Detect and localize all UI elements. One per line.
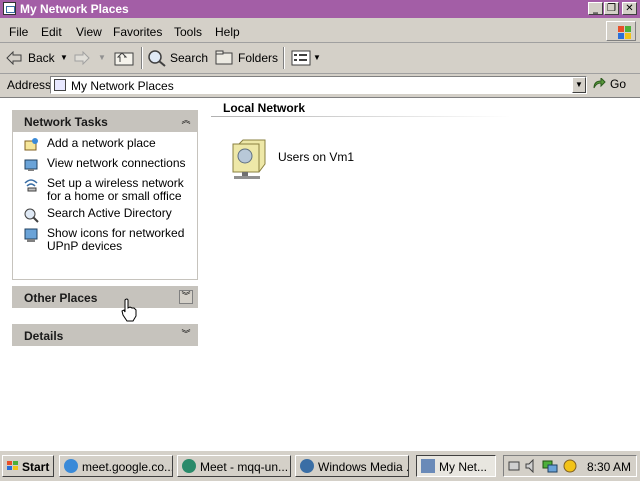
other-places-header[interactable]: Other Places ︾ [12, 286, 198, 308]
start-label: Start [22, 460, 50, 474]
network-places-icon [54, 79, 66, 91]
search-button[interactable]: Search [147, 47, 209, 69]
search-label: Search [170, 51, 209, 65]
security-tray-icon[interactable] [562, 458, 578, 474]
forward-arrow-icon [74, 51, 90, 65]
network-tasks-body: Add a network place View network connect… [12, 132, 198, 280]
network-tasks-header[interactable]: Network Tasks ︽ [12, 110, 198, 132]
menu-bar: File Edit View Favorites Tools Help [0, 20, 640, 43]
details-title: Details [24, 329, 64, 343]
network-tray-icon[interactable] [542, 459, 558, 473]
address-value: My Network Places [71, 79, 174, 93]
windows-flag-icon [7, 461, 18, 470]
toolbar: Back ▼ ▼ Search Folders ▼ [0, 43, 640, 74]
forward-dropdown-icon[interactable]: ▼ [98, 47, 106, 69]
close-button[interactable]: ✕ [622, 2, 637, 15]
taskbar-button-my-network[interactable]: My Net... [416, 455, 496, 477]
back-button[interactable]: Back ▼ [6, 47, 68, 69]
chevron-up-icon[interactable]: ︽ [179, 114, 193, 128]
menu-file[interactable]: File [9, 25, 28, 39]
other-places-title: Other Places [24, 291, 98, 305]
clock[interactable]: 8:30 AM [587, 460, 631, 474]
go-arrow-icon [593, 78, 606, 89]
keyboard-icon[interactable] [508, 459, 520, 473]
taskbar: Start meet.google.co... Meet - mqq-un...… [0, 450, 640, 481]
up-folder-icon [114, 52, 134, 66]
upnp-devices-icon [24, 228, 38, 242]
network-tasks-title: Network Tasks [24, 115, 108, 129]
views-icon [291, 50, 311, 66]
toolbar-separator [141, 47, 143, 69]
media-player-icon [300, 459, 314, 473]
views-button[interactable]: ▼ [291, 47, 321, 69]
go-label: Go [610, 77, 627, 91]
network-share-item[interactable]: Users on Vm1 [229, 134, 379, 184]
window-title: My Network Places [20, 2, 129, 16]
folders-label: Folders [238, 51, 279, 65]
back-label: Back [28, 51, 55, 65]
browser-icon [182, 459, 196, 473]
chevron-down-icon[interactable]: ︾ [179, 328, 193, 342]
menu-edit[interactable]: Edit [41, 25, 62, 39]
network-share-label: Users on Vm1 [278, 150, 355, 164]
minimize-button[interactable]: _ [588, 2, 603, 15]
address-bar: Address My Network Places ▼ Go [0, 74, 640, 96]
group-divider [211, 116, 511, 117]
wireless-network-icon [24, 179, 38, 192]
menu-tools[interactable]: Tools [174, 25, 202, 39]
browser-icon [64, 459, 78, 473]
menu-favorites[interactable]: Favorites [113, 25, 162, 39]
address-label: Address [7, 78, 52, 92]
search-icon [148, 50, 166, 67]
forward-button[interactable]: ▼ [74, 47, 106, 69]
network-places-icon [3, 2, 16, 15]
start-button[interactable]: Start [2, 455, 54, 477]
back-dropdown-icon[interactable]: ▼ [60, 47, 68, 69]
views-dropdown-icon[interactable]: ▼ [313, 47, 321, 69]
menu-help[interactable]: Help [215, 25, 240, 39]
taskbar-button-meet[interactable]: Meet - mqq-un... [177, 455, 291, 477]
volume-icon[interactable] [525, 459, 537, 473]
taskbar-button-windows-media[interactable]: Windows Media ... [295, 455, 409, 477]
details-header[interactable]: Details ︾ [12, 324, 198, 346]
up-folder-button[interactable] [112, 47, 136, 69]
search-directory-icon [24, 208, 39, 223]
windows-logo-icon [606, 21, 636, 41]
restore-button[interactable]: ❐ [604, 2, 619, 15]
content-area: Network Tasks ︽ Add a network place View… [0, 97, 640, 450]
title-bar[interactable]: My Network Places _ ❐ ✕ [0, 0, 640, 18]
network-places-icon [421, 459, 435, 473]
system-tray: 8:30 AM [503, 455, 637, 477]
local-network-header: Local Network [223, 101, 306, 115]
folders-button[interactable]: Folders [214, 47, 279, 69]
add-network-place-icon [24, 138, 38, 151]
address-input[interactable]: My Network Places ▼ [50, 76, 587, 94]
other-places-panel: Other Places ︾ [12, 286, 198, 308]
back-arrow-icon [6, 51, 22, 65]
details-panel: Details ︾ [12, 324, 198, 346]
network-share-folder-icon [232, 139, 266, 179]
toolbar-separator [283, 47, 285, 69]
address-dropdown-icon[interactable]: ▼ [572, 77, 586, 93]
taskbar-button-meet-google[interactable]: meet.google.co... [59, 455, 173, 477]
network-tasks-panel: Network Tasks ︽ Add a network place View… [12, 110, 198, 280]
menu-view[interactable]: View [76, 25, 102, 39]
chevron-down-icon[interactable]: ︾ [179, 290, 193, 304]
folders-icon [215, 50, 233, 65]
network-connections-icon [24, 159, 38, 171]
hand-cursor-icon [121, 298, 137, 322]
